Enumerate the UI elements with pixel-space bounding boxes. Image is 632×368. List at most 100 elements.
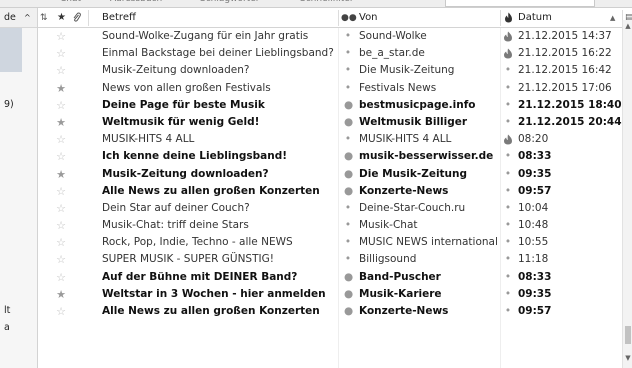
header-divider (88, 10, 89, 26)
message-row[interactable]: ☆ Deine Page für beste Musik ● bestmusicpag… (38, 97, 632, 114)
read-status-dot-icon[interactable]: • (344, 200, 352, 217)
read-status-dot-icon[interactable]: • (344, 217, 352, 234)
read-status-dot-icon[interactable]: ● (344, 286, 353, 303)
message-sender: Band-Puscher (359, 270, 441, 283)
message-row[interactable]: ☆ Auf der Bühne mit DEINER Band? ● Band-Pus… (38, 269, 632, 286)
search-input[interactable] (445, 0, 595, 7)
junk-status-dot-icon[interactable]: • (503, 183, 513, 197)
star-icon[interactable]: ☆ (55, 251, 67, 268)
message-row[interactable]: ★ News von allen großen Festivals • Festiva… (38, 80, 632, 97)
junk-status-dot-icon[interactable]: • (503, 166, 513, 180)
message-subject: Dein Star auf deiner Couch? (102, 201, 250, 214)
read-status-dot-icon[interactable]: ● (344, 114, 353, 131)
star-column-icon[interactable]: ★ (57, 8, 66, 28)
star-icon[interactable]: ☆ (55, 269, 67, 286)
tags-button[interactable]: Schlagwörter (200, 0, 259, 7)
star-icon[interactable]: ☆ (55, 97, 67, 114)
message-row[interactable]: ☆ Alle News zu allen großen Konzerten ● Kon… (38, 183, 632, 200)
star-icon[interactable]: ★ (55, 166, 67, 183)
read-status-dot-icon[interactable]: ● (344, 166, 353, 183)
message-sender: Billigsound (359, 253, 417, 266)
subject-column-header[interactable]: Betreff (102, 8, 136, 28)
star-icon[interactable]: ☆ (55, 200, 67, 217)
scroll-up-arrow-icon[interactable]: ▲ (624, 22, 632, 30)
junk-status-dot-icon[interactable]: • (503, 234, 513, 248)
message-subject: Musik-Chat: triff deine Stars (102, 219, 249, 232)
star-icon[interactable]: ☆ (55, 45, 67, 62)
thread-column-icon[interactable]: ⇅ (40, 8, 48, 28)
read-status-dot-icon[interactable]: • (344, 62, 352, 79)
message-row[interactable]: ☆ Sound-Wolke-Zugang für ein Jahr gratis •… (38, 28, 632, 45)
message-list-scrollbar[interactable]: ▲ ▼ (622, 20, 632, 368)
star-icon[interactable]: ☆ (55, 234, 67, 251)
junk-status-dot-icon[interactable]: • (503, 80, 513, 94)
message-row[interactable]: ☆ Musik-Chat: triff deine Stars • Musik-Cha… (38, 217, 632, 234)
sort-ascending-icon[interactable]: ▲ (610, 8, 615, 28)
star-icon[interactable]: ☆ (55, 217, 67, 234)
main-toolbar: Chat Adressbuch Schlagwörter Schnellfilt… (0, 0, 632, 8)
read-status-dot-icon[interactable]: • (344, 45, 352, 62)
message-row[interactable]: ☆ SUPER MUSIK - SUPER GÜNSTIG! • Billigsoun… (38, 251, 632, 268)
message-row[interactable]: ☆ Musik-Zeitung downloaden? • Die Musik-Zei… (38, 62, 632, 79)
message-sender: Festivals News (359, 81, 437, 94)
message-row[interactable]: ★ Musik-Zeitung downloaden? ● Die Musik-Zei… (38, 166, 632, 183)
junk-flame-icon[interactable] (503, 134, 513, 145)
junk-column-icon[interactable] (504, 8, 513, 28)
read-status-dot-icon[interactable]: • (344, 80, 352, 97)
junk-status-dot-icon[interactable]: • (503, 286, 513, 300)
read-status-dot-icon[interactable]: ● (344, 269, 353, 286)
star-icon[interactable]: ☆ (55, 131, 67, 148)
message-row[interactable]: ☆ Einmal Backstage bei deiner Lieblingsba… (38, 45, 632, 62)
message-date: 21.12.2015 18:40 (518, 98, 622, 111)
message-date: 09:35 (518, 287, 552, 300)
chat-button[interactable]: Chat (60, 0, 81, 7)
junk-status-dot-icon[interactable]: • (503, 269, 513, 283)
message-row[interactable]: ☆ Rock, Pop, Indie, Techno - alle NEWS • MU… (38, 234, 632, 251)
junk-flame-icon[interactable] (503, 31, 513, 42)
folder-item-label[interactable]: 9) (4, 99, 14, 110)
message-row[interactable]: ★ Weltmusik für wenig Geld! ● Weltmusik Bil… (38, 114, 632, 131)
folder-item-label[interactable]: lt (4, 305, 10, 316)
address-book-button[interactable]: Adressbuch (110, 0, 162, 7)
junk-status-dot-icon[interactable]: • (503, 114, 513, 128)
attachment-column-icon[interactable] (72, 8, 81, 28)
collapse-arrow-icon[interactable]: ^ (24, 13, 31, 22)
message-row[interactable]: ★ Weltstar in 3 Wochen - hier anmelden ● Mu… (38, 286, 632, 303)
junk-flame-icon[interactable] (503, 48, 513, 59)
quick-filter-button[interactable]: Schnellfilter (300, 0, 354, 7)
star-icon[interactable]: ☆ (55, 28, 67, 45)
star-icon[interactable]: ★ (55, 114, 67, 131)
thread-dot-column-icon[interactable]: ●● (341, 8, 357, 28)
from-column-header[interactable]: Von (359, 8, 378, 28)
message-subject: Musik-Zeitung downloaden? (102, 64, 250, 77)
message-row[interactable]: ☆ Dein Star auf deiner Couch? • Deine-Star-… (38, 200, 632, 217)
message-row[interactable]: ☆ Alle News zu allen großen Konzerten ● Kon… (38, 303, 632, 320)
junk-status-dot-icon[interactable]: • (503, 251, 513, 265)
scroll-down-arrow-icon[interactable]: ▼ (624, 354, 632, 362)
folder-item-label[interactable]: a (4, 322, 10, 333)
junk-status-dot-icon[interactable]: • (503, 97, 513, 111)
junk-status-dot-icon[interactable]: • (503, 62, 513, 76)
read-status-dot-icon[interactable]: • (344, 251, 352, 268)
read-status-dot-icon[interactable]: • (344, 234, 352, 251)
star-icon[interactable]: ★ (55, 80, 67, 97)
star-icon[interactable]: ☆ (55, 303, 67, 320)
message-row[interactable]: ☆ Ich kenne deine Lieblingsband! ● musik-be… (38, 148, 632, 165)
read-status-dot-icon[interactable]: ● (344, 303, 353, 320)
message-row[interactable]: ☆ MUSIK-HITS 4 ALL • MUSIK-HITS 4 ALL 08:20 (38, 131, 632, 148)
read-status-dot-icon[interactable]: ● (344, 97, 353, 114)
read-status-dot-icon[interactable]: ● (344, 148, 353, 165)
scrollbar-thumb[interactable] (625, 326, 631, 344)
junk-status-dot-icon[interactable]: • (503, 217, 513, 231)
star-icon[interactable]: ☆ (55, 62, 67, 79)
read-status-dot-icon[interactable]: • (344, 28, 352, 45)
junk-status-dot-icon[interactable]: • (503, 148, 513, 162)
read-status-dot-icon[interactable]: • (344, 131, 352, 148)
star-icon[interactable]: ☆ (55, 148, 67, 165)
star-icon[interactable]: ★ (55, 286, 67, 303)
junk-status-dot-icon[interactable]: • (503, 200, 513, 214)
date-column-header[interactable]: Datum (518, 8, 552, 28)
read-status-dot-icon[interactable]: ● (344, 183, 353, 200)
junk-status-dot-icon[interactable]: • (503, 303, 513, 317)
star-icon[interactable]: ☆ (55, 183, 67, 200)
